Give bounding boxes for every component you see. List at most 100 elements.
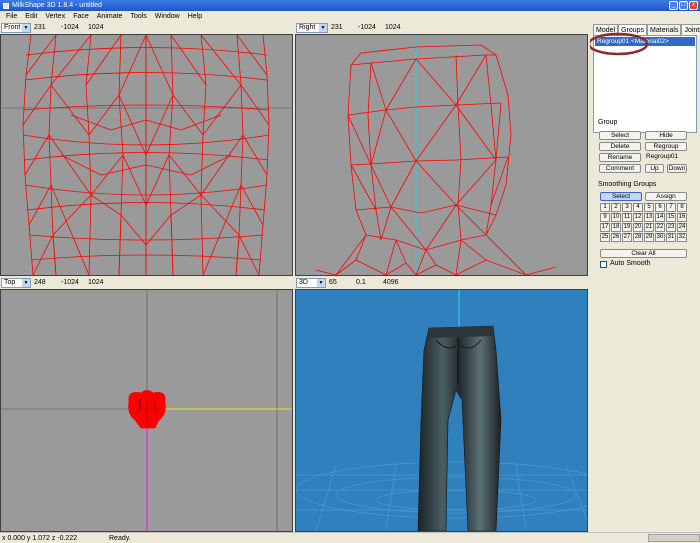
- sg-button[interactable]: 10: [611, 213, 621, 222]
- groups-panel: Model Groups Materials Joints Regroup01 …: [590, 20, 700, 532]
- menu-tools[interactable]: Tools: [126, 13, 150, 20]
- front-view-select[interactable]: Front ▼: [1, 23, 31, 33]
- persp-far-value[interactable]: 4096: [383, 278, 407, 288]
- front-toolbar: Front ▼ 231 -1024 1024: [0, 22, 293, 34]
- menu-file[interactable]: File: [2, 13, 21, 20]
- comment-button[interactable]: Comment: [599, 164, 641, 173]
- select-button[interactable]: Select: [599, 131, 641, 140]
- sg-select-button[interactable]: Select: [600, 192, 642, 201]
- sg-button[interactable]: 23: [666, 223, 676, 232]
- sg-button[interactable]: 17: [600, 223, 610, 232]
- sg-button[interactable]: 8: [677, 203, 687, 212]
- regroup-button[interactable]: Regroup: [645, 142, 687, 151]
- front-zoom-value[interactable]: 231: [34, 23, 58, 33]
- status-text: Ready.: [109, 534, 131, 542]
- top-zoom-value[interactable]: 248: [34, 278, 58, 288]
- sg-button[interactable]: 2: [611, 203, 621, 212]
- sg-button[interactable]: 6: [655, 203, 665, 212]
- close-button[interactable]: x: [689, 1, 698, 10]
- sg-button[interactable]: 19: [622, 223, 632, 232]
- highlight-circle: [590, 32, 649, 56]
- sg-button[interactable]: 14: [655, 213, 665, 222]
- top-viewport[interactable]: [0, 289, 293, 532]
- menu-edit[interactable]: Edit: [21, 13, 41, 20]
- top-view-label: Top: [4, 279, 16, 286]
- up-button[interactable]: Up: [645, 164, 664, 173]
- sg-button[interactable]: 11: [622, 213, 632, 222]
- right-toolbar: Right ▼ 231 -1024 1024: [295, 22, 588, 34]
- front-wireframe: [1, 35, 292, 275]
- menu-window[interactable]: Window: [151, 13, 184, 20]
- sg-button[interactable]: 16: [677, 213, 687, 222]
- minimize-button[interactable]: _: [669, 1, 678, 10]
- top-toolbar: Top ▼ 248 -1024 1024: [0, 277, 293, 289]
- down-button[interactable]: Down: [667, 164, 687, 173]
- auto-smooth-label: Auto Smooth: [610, 260, 651, 267]
- maximize-button[interactable]: □: [679, 1, 688, 10]
- sg-button[interactable]: 4: [633, 203, 643, 212]
- sg-assign-button[interactable]: Assign: [645, 192, 687, 201]
- top-view-select[interactable]: Top ▼: [1, 278, 31, 288]
- sg-button[interactable]: 26: [611, 233, 621, 242]
- right-wireframe: [315, 35, 557, 275]
- sg-button[interactable]: 13: [644, 213, 654, 222]
- top-far-value[interactable]: 1024: [88, 278, 112, 288]
- menu-animate[interactable]: Animate: [93, 13, 127, 20]
- clear-all-button[interactable]: Clear All: [600, 249, 687, 258]
- sg-button[interactable]: 30: [655, 233, 665, 242]
- front-near-value[interactable]: -1024: [61, 23, 85, 33]
- right-near-value[interactable]: -1024: [358, 23, 382, 33]
- persp-view-select[interactable]: 3D ▼: [296, 278, 326, 288]
- sg-button[interactable]: 32: [677, 233, 687, 242]
- persp-fov-value[interactable]: 65: [329, 278, 353, 288]
- group-section-label: Group: [598, 119, 618, 126]
- persp-toolbar: 3D ▼ 65 0.1 4096: [295, 277, 588, 289]
- group-name-field[interactable]: Regroup01: [646, 153, 678, 160]
- menu-vertex[interactable]: Vertex: [41, 13, 69, 20]
- sg-button[interactable]: 29: [644, 233, 654, 242]
- app-icon: [3, 2, 9, 9]
- sg-button[interactable]: 9: [600, 213, 610, 222]
- menu-face[interactable]: Face: [69, 13, 93, 20]
- persp-near-value[interactable]: 0.1: [356, 278, 380, 288]
- title-bar: MilkShape 3D 1.8.4 - untitled _ □ x: [0, 0, 700, 11]
- window-title: MilkShape 3D 1.8.4 - untitled: [12, 2, 102, 9]
- sg-button[interactable]: 22: [655, 223, 665, 232]
- chevron-down-icon: ▼: [22, 24, 30, 32]
- smoothing-section-label: Smoothing Groups: [598, 181, 657, 188]
- right-zoom-value[interactable]: 231: [331, 23, 355, 33]
- persp-viewport[interactable]: [295, 289, 588, 532]
- sg-button[interactable]: 7: [666, 203, 676, 212]
- sg-button[interactable]: 3: [622, 203, 632, 212]
- sg-button[interactable]: 5: [644, 203, 654, 212]
- sg-button[interactable]: 25: [600, 233, 610, 242]
- chevron-down-icon: ▼: [317, 279, 325, 287]
- sg-button[interactable]: 18: [611, 223, 621, 232]
- sg-button[interactable]: 24: [677, 223, 687, 232]
- hide-button[interactable]: Hide: [645, 131, 687, 140]
- right-far-value[interactable]: 1024: [385, 23, 409, 33]
- front-far-value[interactable]: 1024: [88, 23, 112, 33]
- chevron-down-icon: ▼: [319, 24, 327, 32]
- sg-button[interactable]: 20: [633, 223, 643, 232]
- sg-button[interactable]: 12: [633, 213, 643, 222]
- top-wireframe: [1, 290, 292, 531]
- sg-button[interactable]: 21: [644, 223, 654, 232]
- status-grip: [648, 534, 700, 542]
- sg-button[interactable]: 31: [666, 233, 676, 242]
- sg-button[interactable]: 1: [600, 203, 610, 212]
- top-near-value[interactable]: -1024: [61, 278, 85, 288]
- front-viewport[interactable]: [0, 34, 293, 276]
- right-view-select[interactable]: Right ▼: [296, 23, 328, 33]
- right-viewport[interactable]: [295, 34, 588, 276]
- chevron-down-icon: ▼: [22, 279, 30, 287]
- status-bar: x 0.000 y 1.072 z -0.222 Ready.: [0, 532, 700, 543]
- right-view-label: Right: [299, 24, 316, 31]
- sg-button[interactable]: 15: [666, 213, 676, 222]
- delete-button[interactable]: Delete: [599, 142, 641, 151]
- menu-help[interactable]: Help: [184, 13, 206, 20]
- sg-button[interactable]: 28: [633, 233, 643, 242]
- sg-button[interactable]: 27: [622, 233, 632, 242]
- auto-smooth-checkbox[interactable]: [600, 261, 607, 268]
- rename-button[interactable]: Rename: [599, 153, 641, 162]
